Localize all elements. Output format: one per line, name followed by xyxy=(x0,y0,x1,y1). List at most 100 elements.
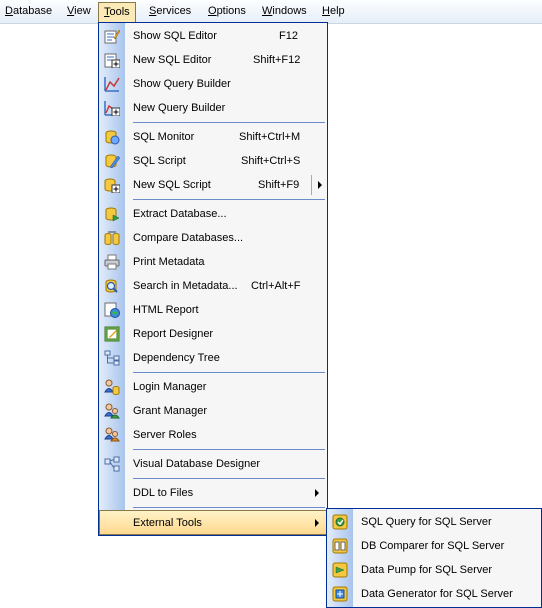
menu-item-label: Show Query Builder xyxy=(133,78,231,90)
menu-item-label: DDL to Files xyxy=(133,487,194,499)
menu-item-new-sql-editor[interactable]: New SQL Editor Shift+F12 xyxy=(99,48,327,72)
submenu-item-label: SQL Query for SQL Server xyxy=(361,516,492,528)
menu-item-label: Report Designer xyxy=(133,328,214,340)
menu-item-search-in-metadata[interactable]: Search in Metadata... Ctrl+Alt+F xyxy=(99,274,327,298)
menu-help[interactable]: Help xyxy=(317,0,350,23)
menu-item-label: Extract Database... xyxy=(133,208,227,220)
printer-icon xyxy=(104,254,120,270)
query-builder-icon xyxy=(104,76,120,92)
data-generator-app-icon xyxy=(332,586,348,602)
menu-item-visual-database-designer[interactable]: Visual Database Designer xyxy=(99,452,327,476)
menu-options-accel: O xyxy=(208,5,217,17)
menu-item-show-query-builder[interactable]: Show Query Builder xyxy=(99,72,327,96)
menu-item-label: SQL Script xyxy=(133,155,186,167)
menu-item-label: Grant Manager xyxy=(133,405,207,417)
menu-item-label: Login Manager xyxy=(133,381,207,393)
db-comparer-app-icon xyxy=(332,538,348,554)
menu-separator xyxy=(133,478,325,479)
menu-item-new-sql-script[interactable]: New SQL Script Shift+F9 xyxy=(99,173,327,197)
menu-item-label: Visual Database Designer xyxy=(133,458,260,470)
data-pump-app-icon xyxy=(332,562,348,578)
menu-item-external-tools[interactable]: External Tools xyxy=(99,510,327,535)
menu-view[interactable]: View xyxy=(62,0,96,23)
menu-item-sql-script[interactable]: SQL Script Shift+Ctrl+S xyxy=(99,149,327,173)
menu-item-report-designer[interactable]: Report Designer xyxy=(99,322,327,346)
menu-item-label: New Query Builder xyxy=(133,102,226,114)
sql-editor-icon xyxy=(104,28,120,44)
menu-windows-label: indows xyxy=(272,5,307,17)
submenu-split-button[interactable] xyxy=(311,175,326,195)
shortcut-text: Shift+F12 xyxy=(253,54,301,66)
search-metadata-icon xyxy=(104,278,120,294)
new-query-builder-icon xyxy=(104,100,120,116)
submenu-item-data-generator[interactable]: Data Generator for SQL Server xyxy=(327,582,541,606)
dependency-tree-icon xyxy=(104,350,120,366)
menu-database-accel: D xyxy=(5,5,13,17)
menu-item-label: Show SQL Editor xyxy=(133,30,217,42)
menu-item-label: HTML Report xyxy=(133,304,199,316)
menu-tools[interactable]: Tools xyxy=(98,2,136,23)
menu-options[interactable]: Options xyxy=(203,0,251,23)
submenu-item-label: Data Generator for SQL Server xyxy=(361,588,513,600)
menu-item-label: New SQL Editor xyxy=(133,54,212,66)
menu-separator xyxy=(133,199,325,200)
menu-item-extract-database[interactable]: Extract Database... xyxy=(99,202,327,226)
menu-separator xyxy=(133,449,325,450)
shortcut-text: Shift+Ctrl+S xyxy=(241,155,301,167)
menu-help-label: elp xyxy=(329,5,345,17)
shortcut-text: Shift+Ctrl+M xyxy=(239,131,301,143)
login-manager-icon xyxy=(104,379,120,395)
menu-item-show-sql-editor[interactable]: Show SQL Editor F12 xyxy=(99,24,327,48)
menu-item-label: SQL Monitor xyxy=(133,131,195,143)
visual-designer-icon xyxy=(104,456,120,472)
menu-item-server-roles[interactable]: Server Roles xyxy=(99,423,327,447)
external-tools-submenu: SQL Query for SQL Server DB Comparer for… xyxy=(326,508,542,608)
menu-item-print-metadata[interactable]: Print Metadata xyxy=(99,250,327,274)
extract-database-icon xyxy=(104,206,120,222)
sql-monitor-icon xyxy=(104,129,120,145)
menu-item-html-report[interactable]: HTML Report xyxy=(99,298,327,322)
compare-databases-icon xyxy=(104,230,120,246)
menu-services[interactable]: Services xyxy=(144,0,196,23)
menu-item-label: Server Roles xyxy=(133,429,197,441)
sql-query-app-icon xyxy=(332,514,348,530)
menu-item-label: New SQL Script xyxy=(133,179,211,191)
submenu-item-data-pump[interactable]: Data Pump for SQL Server xyxy=(327,558,541,582)
menu-item-label: Search in Metadata... xyxy=(133,280,238,292)
menu-bar: Database View Tools Services Options Win… xyxy=(0,0,542,24)
menu-database[interactable]: Database xyxy=(0,0,57,23)
menu-item-label: Compare Databases... xyxy=(133,232,244,244)
menu-item-dependency-tree[interactable]: Dependency Tree xyxy=(99,346,327,370)
new-sql-editor-icon xyxy=(104,52,120,68)
chevron-right-icon xyxy=(318,181,322,189)
submenu-item-label: Data Pump for SQL Server xyxy=(361,564,493,576)
html-report-icon xyxy=(104,302,120,318)
shortcut-text: F12 xyxy=(279,30,298,42)
menu-item-label: Dependency Tree xyxy=(133,352,220,364)
menu-database-label: atabase xyxy=(12,5,53,17)
menu-separator xyxy=(133,372,325,373)
menu-item-compare-databases[interactable]: Compare Databases... xyxy=(99,226,327,250)
new-sql-script-icon xyxy=(104,177,120,193)
sql-script-icon xyxy=(104,153,120,169)
menu-help-accel: H xyxy=(322,5,330,17)
chevron-right-icon xyxy=(315,519,319,527)
submenu-item-db-comparer[interactable]: DB Comparer for SQL Server xyxy=(327,534,541,558)
menu-options-label: ptions xyxy=(216,5,246,17)
menu-item-ddl-to-files[interactable]: DDL to Files xyxy=(99,481,327,505)
tools-menu: Show SQL Editor F12 New SQL Editor Shift… xyxy=(98,22,328,536)
menu-windows[interactable]: Windows xyxy=(257,0,312,23)
menu-item-sql-monitor[interactable]: SQL Monitor Shift+Ctrl+M xyxy=(99,125,327,149)
menu-item-grant-manager[interactable]: Grant Manager xyxy=(99,399,327,423)
submenu-item-sql-query[interactable]: SQL Query for SQL Server xyxy=(327,510,541,534)
menu-item-login-manager[interactable]: Login Manager xyxy=(99,375,327,399)
server-roles-icon xyxy=(104,427,120,443)
chevron-right-icon xyxy=(315,489,319,497)
menu-separator xyxy=(133,122,325,123)
submenu-item-label: DB Comparer for SQL Server xyxy=(361,540,505,552)
menu-services-label: ervices xyxy=(156,5,192,17)
shortcut-text: Shift+F9 xyxy=(258,179,300,191)
menu-tools-label: ools xyxy=(109,6,130,18)
menu-item-new-query-builder[interactable]: New Query Builder xyxy=(99,96,327,120)
report-designer-icon xyxy=(104,326,120,342)
